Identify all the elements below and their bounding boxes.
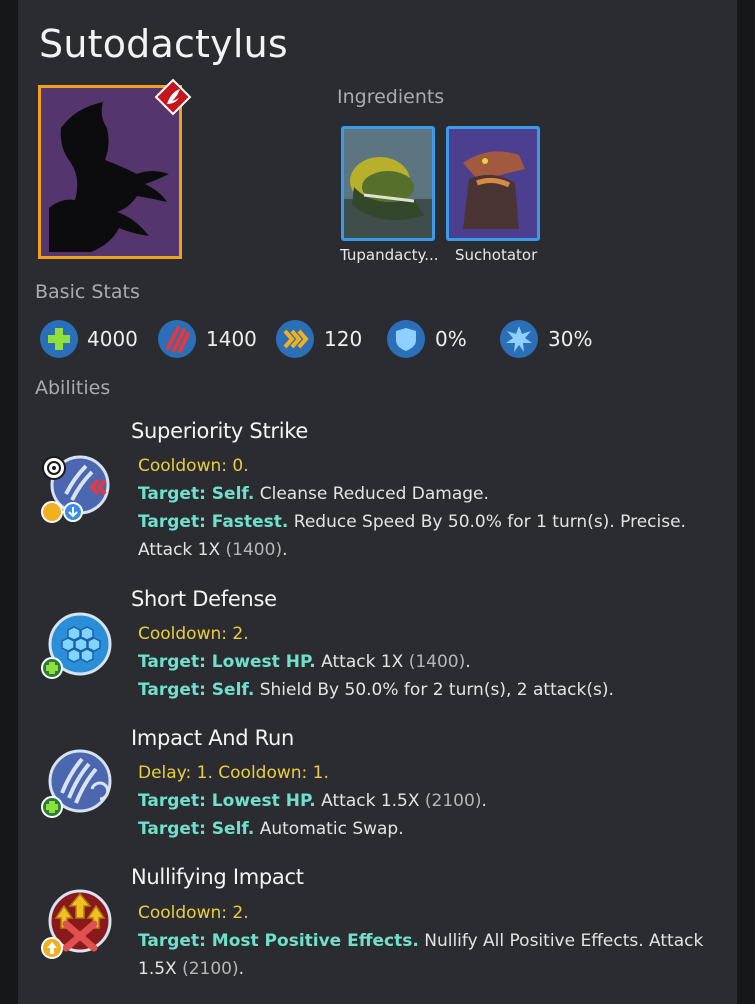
- abilities-heading: Abilities: [35, 377, 111, 399]
- ability-target: Target: Lowest HP.: [138, 652, 316, 672]
- ability-effect-line: Target: Self. Automatic Swap.: [138, 815, 718, 843]
- ingredient-card-suchotator[interactable]: [446, 126, 540, 241]
- impact-and-run-icon[interactable]: [38, 743, 118, 823]
- ingredient-name: Tupandacty...: [340, 246, 439, 264]
- ability-damage-value: (1400): [225, 540, 283, 560]
- ability-cooldown: Cooldown: 0.: [138, 456, 249, 476]
- ability-effect-line: Target: Self. Cleanse Reduced Damage.: [138, 480, 718, 508]
- speed-icon: [276, 320, 314, 358]
- ability-cooldown: Cooldown: 2.: [138, 903, 249, 923]
- ability-target: Target: Self.: [138, 819, 255, 839]
- ability-effect-text: Attack 1X: [315, 652, 409, 672]
- ability-target: Target: Self.: [138, 484, 255, 504]
- health-icon: [40, 320, 78, 358]
- ability-effect-text: Attack 1.5X: [315, 791, 425, 811]
- ability-effect-tail: .: [465, 652, 471, 672]
- feather-icon: [154, 78, 192, 116]
- critical-value: 30%: [548, 327, 593, 351]
- ability-target: Target: Self.: [138, 680, 255, 700]
- ability-name: Nullifying Impact: [131, 865, 304, 889]
- legendary-rarity-badge: [153, 77, 193, 117]
- ability-effect-line: Target: Most Positive Effects. Nullify A…: [138, 927, 718, 983]
- ability-name: Impact And Run: [131, 726, 295, 750]
- ability-cooldown: Cooldown: 2.: [138, 624, 249, 644]
- speed-value: 120: [324, 327, 363, 351]
- ingredients-heading: Ingredients: [337, 86, 445, 108]
- creature-title: Sutodactylus: [39, 22, 288, 66]
- ability-name: Short Defense: [131, 587, 277, 611]
- ability-target: Target: Fastest.: [138, 512, 289, 532]
- tupandactylus-portrait: [344, 129, 432, 238]
- ability-effect-tail: .: [282, 540, 288, 560]
- ability-damage-value: (2100): [424, 791, 482, 811]
- ability-damage-value: (1400): [408, 652, 466, 672]
- suchotator-portrait: [449, 129, 537, 238]
- ability-effect-line: Target: Fastest. Reduce Speed By 50.0% f…: [138, 508, 718, 564]
- attack-icon: [158, 320, 196, 358]
- ability-effect-tail: .: [238, 959, 245, 979]
- ability-target: Target: Most Positive Effects.: [138, 931, 419, 951]
- ingredient-name: Suchotator: [455, 246, 538, 264]
- health-value: 4000: [87, 327, 138, 351]
- critical-icon: [500, 320, 538, 358]
- nullifying-impact-icon[interactable]: [38, 884, 118, 964]
- ability-effect-text: Cleanse Reduced Damage.: [254, 484, 489, 504]
- attack-value: 1400: [206, 327, 257, 351]
- armor-icon: [387, 320, 425, 358]
- ability-effect-line: Target: Lowest HP. Attack 1X (1400).: [138, 648, 718, 676]
- basic-stats-heading: Basic Stats: [35, 281, 140, 303]
- superiority-strike-icon[interactable]: [38, 452, 118, 532]
- armor-value: 0%: [435, 327, 467, 351]
- ability-effect-tail: .: [481, 791, 487, 811]
- ability-cooldown: Delay: 1. Cooldown: 1.: [138, 763, 329, 783]
- ability-effect-line: Target: Lowest HP. Attack 1.5X (2100).: [138, 787, 718, 815]
- ability-target: Target: Lowest HP.: [138, 791, 316, 811]
- ability-effect-line: Target: Self. Shield By 50.0% for 2 turn…: [138, 676, 718, 704]
- ability-name: Superiority Strike: [131, 419, 308, 443]
- ability-damage-value: (2100): [182, 959, 239, 979]
- ability-effect-text: Automatic Swap.: [254, 819, 404, 839]
- short-defense-icon[interactable]: [38, 604, 118, 684]
- ability-effect-text: Shield By 50.0% for 2 turn(s), 2 attack(…: [254, 680, 614, 700]
- ingredient-card-tupandactylus[interactable]: [341, 126, 435, 241]
